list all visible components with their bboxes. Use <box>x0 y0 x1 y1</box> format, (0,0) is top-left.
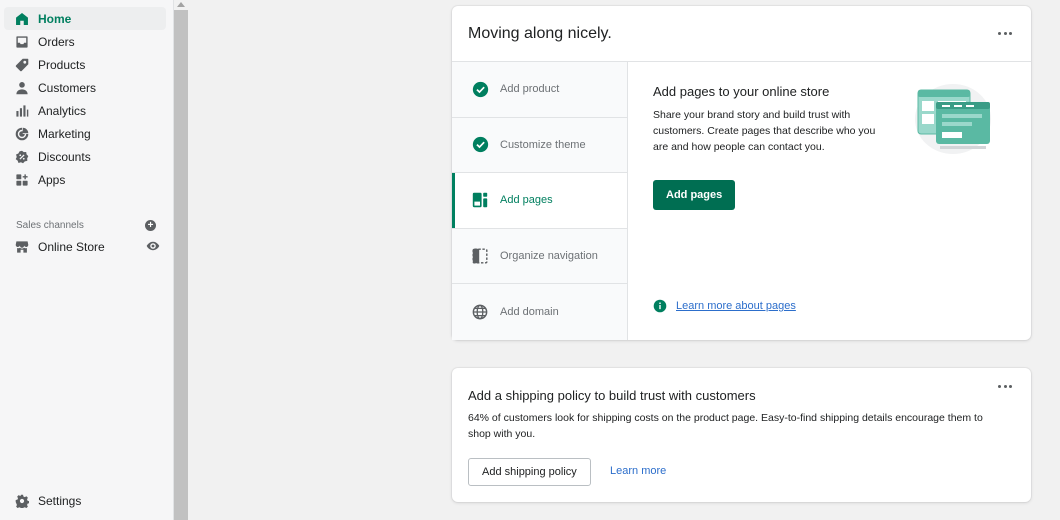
sidebar-item-label: Customers <box>38 80 97 95</box>
step-organize-navigation[interactable]: Organize navigation <box>452 228 627 285</box>
eye-icon[interactable] <box>146 239 160 253</box>
setup-guide-card: Moving along nicely. Add product Customi… <box>452 6 1031 340</box>
more-actions-icon[interactable] <box>995 376 1015 396</box>
sidebar-item-label: Settings <box>38 493 82 508</box>
main-nav: Home Orders Products Customers Analytics… <box>4 7 166 191</box>
scrollbar-thumb[interactable] <box>174 10 188 520</box>
setup-guide-title: Moving along nicely. <box>452 6 1031 62</box>
sidebar-item-settings[interactable]: Settings <box>4 489 166 512</box>
pages-illustration <box>915 84 991 154</box>
shipping-card-description: 64% of customers look for shipping costs… <box>468 412 983 440</box>
sidebar-item-customers[interactable]: Customers <box>4 76 166 99</box>
sidebar-item-marketing[interactable]: Marketing <box>4 122 166 145</box>
marketing-icon <box>15 127 29 141</box>
step-label: Customize theme <box>500 138 586 151</box>
step-label: Add product <box>500 83 560 96</box>
person-icon <box>15 81 29 95</box>
bar-chart-icon <box>15 104 29 118</box>
add-sales-channel-icon[interactable]: + <box>145 219 156 231</box>
learn-more-pages-link[interactable]: Learn more about pages <box>676 300 796 312</box>
sidebar-item-apps[interactable]: Apps <box>4 168 166 191</box>
scroll-up-arrow-icon[interactable] <box>177 2 185 7</box>
shipping-card-title: Add a shipping policy to build trust wit… <box>468 388 756 403</box>
step-label: Add pages <box>500 194 553 207</box>
step-add-domain[interactable]: Add domain <box>452 284 627 340</box>
sales-channels-label: Sales channels <box>16 219 84 231</box>
sidebar-item-online-store[interactable]: Online Store <box>4 235 166 258</box>
sidebar-item-label: Marketing <box>38 126 91 141</box>
sidebar-item-label: Apps <box>38 172 66 187</box>
pages-icon <box>471 191 489 209</box>
setup-steps-list: Add product Customize theme Add pages Or… <box>452 62 628 340</box>
tag-icon <box>15 58 29 72</box>
check-circle-icon <box>471 136 489 154</box>
info-icon <box>653 299 667 313</box>
shipping-policy-card: Add a shipping policy to build trust wit… <box>452 368 1031 502</box>
apps-icon <box>15 173 29 187</box>
navigation-icon <box>471 247 489 265</box>
check-circle-icon <box>471 80 489 98</box>
sidebar-item-analytics[interactable]: Analytics <box>4 99 166 122</box>
sidebar-scrollbar[interactable] <box>174 0 188 520</box>
sidebar-item-products[interactable]: Products <box>4 53 166 76</box>
sidebar-item-home[interactable]: Home <box>4 7 166 30</box>
sidebar-item-discounts[interactable]: Discounts <box>4 145 166 168</box>
orders-icon <box>15 35 29 49</box>
sidebar-item-label: Products <box>38 57 86 72</box>
step-customize-theme[interactable]: Customize theme <box>452 117 627 174</box>
gear-icon <box>15 494 29 508</box>
sidebar-item-online-store-wrap: Online Store <box>4 235 166 258</box>
sidebar-item-label: Online Store <box>38 239 105 254</box>
sidebar: Home Orders Products Customers Analytics… <box>0 0 174 520</box>
sidebar-item-label: Home <box>38 11 72 26</box>
store-icon <box>15 240 29 254</box>
step-detail-description: Share your brand story and build trust w… <box>653 109 876 153</box>
step-add-pages[interactable]: Add pages <box>452 173 627 229</box>
add-pages-button[interactable]: Add pages <box>653 180 736 210</box>
step-detail: Add pages to your online store Share you… <box>653 84 883 155</box>
sidebar-item-label: Analytics <box>38 103 87 118</box>
sales-channels-heading: Sales channels + <box>16 219 156 231</box>
sidebar-item-label: Orders <box>38 34 75 49</box>
discount-icon <box>15 150 29 164</box>
step-add-product[interactable]: Add product <box>452 62 627 118</box>
home-icon <box>15 12 29 26</box>
add-shipping-policy-button[interactable]: Add shipping policy <box>468 458 591 486</box>
globe-icon <box>471 303 489 321</box>
step-label: Organize navigation <box>500 250 598 263</box>
step-detail-title: Add pages to your online store <box>653 84 830 99</box>
step-label: Add domain <box>500 306 559 319</box>
sidebar-item-orders[interactable]: Orders <box>4 30 166 53</box>
sidebar-settings-wrap: Settings <box>4 489 166 512</box>
sidebar-item-label: Discounts <box>38 149 91 164</box>
learn-more-link[interactable]: Learn more <box>610 465 666 477</box>
more-actions-icon[interactable] <box>995 23 1015 43</box>
learn-more-pages: Learn more about pages <box>653 299 796 313</box>
